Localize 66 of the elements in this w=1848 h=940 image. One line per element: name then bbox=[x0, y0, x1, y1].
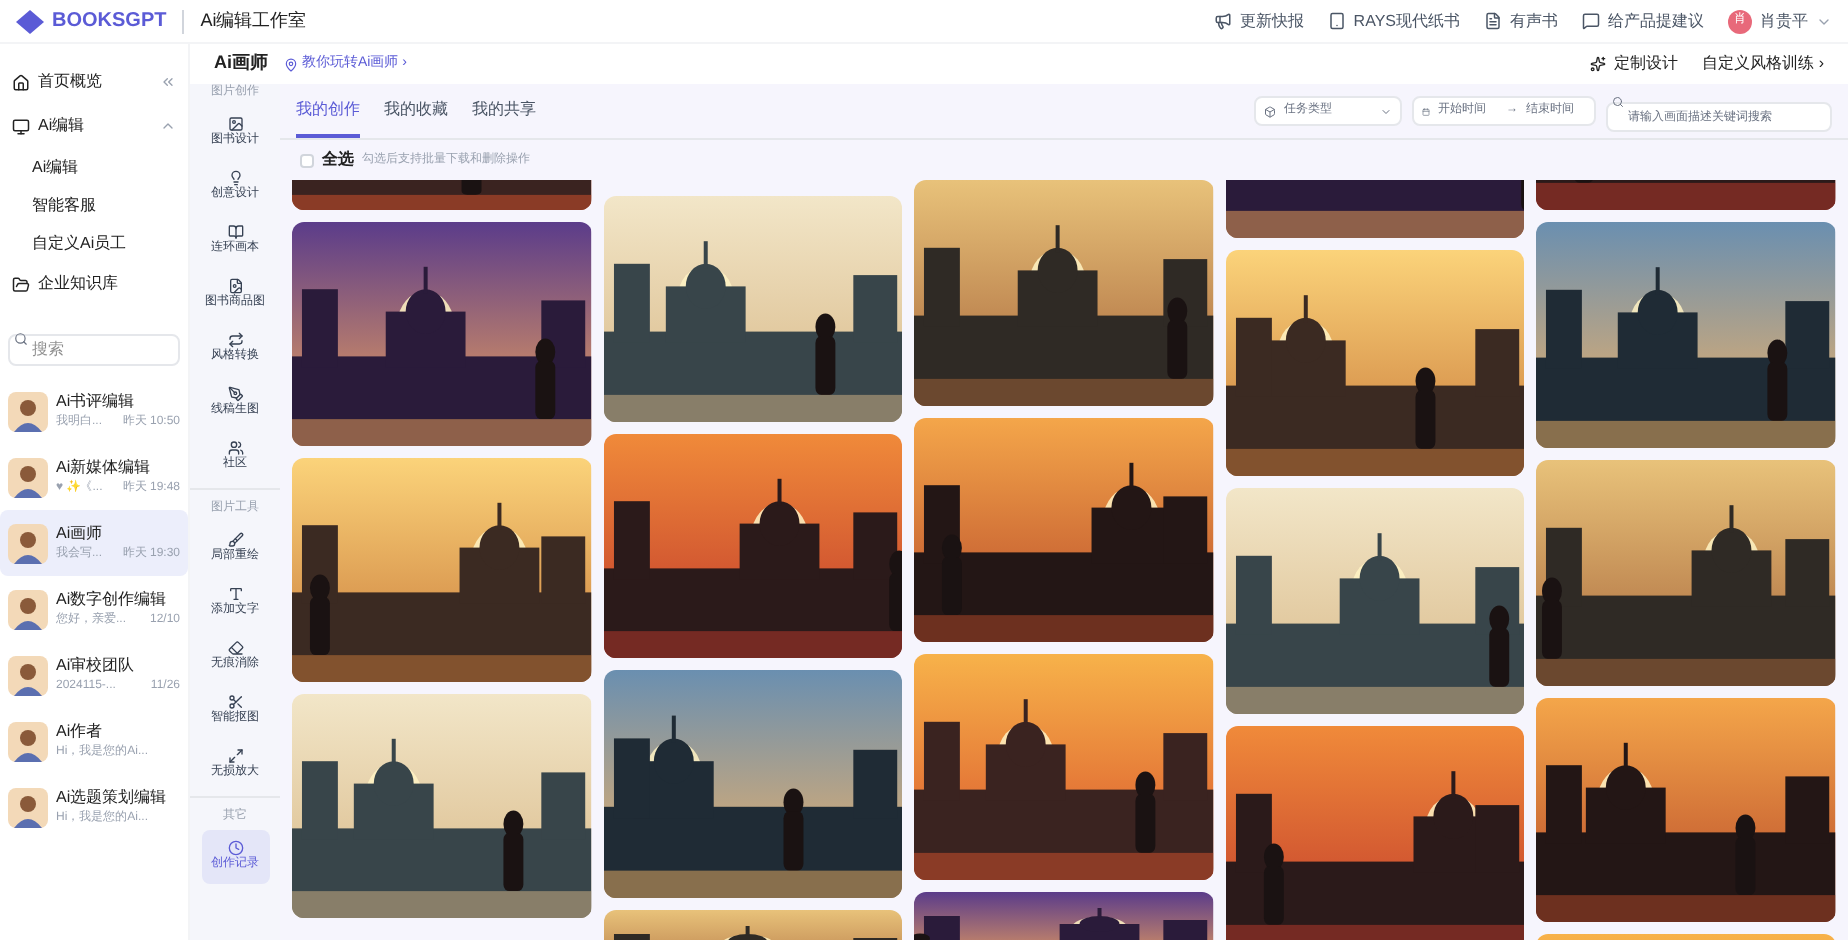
document-icon bbox=[1484, 12, 1502, 30]
avatar-icon bbox=[8, 391, 48, 431]
select-all-label: 全选 bbox=[322, 148, 354, 172]
top-link[interactable]: 有声书 bbox=[1510, 9, 1558, 33]
chat-name: Ai新媒体编辑 bbox=[56, 456, 153, 480]
chat-bubble-icon bbox=[1582, 12, 1600, 30]
tab[interactable]: 我的收藏 bbox=[384, 98, 448, 138]
search-field[interactable]: 搜索 bbox=[8, 333, 180, 365]
nav-subitem[interactable]: 智能客服 bbox=[0, 186, 188, 224]
nav-item[interactable]: Ai编辑 bbox=[38, 114, 85, 138]
avatar-icon bbox=[8, 589, 48, 629]
chat-name: Ai数字创作编辑 bbox=[56, 588, 169, 612]
nav-item[interactable]: 首页概览 bbox=[38, 70, 102, 94]
brand-name: BOOKSGPT bbox=[52, 8, 167, 36]
chevron-icon bbox=[1380, 105, 1392, 117]
collapse-sidebar-icon[interactable] bbox=[160, 74, 176, 90]
tab[interactable]: 我的创作 bbox=[296, 98, 360, 138]
avatar-icon bbox=[8, 457, 48, 497]
avatar-icon bbox=[8, 523, 48, 563]
text-icon bbox=[227, 586, 243, 602]
eraser-icon bbox=[227, 640, 243, 656]
monitor-icon bbox=[12, 117, 30, 135]
search-icon bbox=[1612, 96, 1624, 108]
nav-item[interactable]: 企业知识库 bbox=[38, 272, 118, 296]
sparkle-icon bbox=[1590, 56, 1607, 72]
chat-name: Ai作者 bbox=[56, 720, 105, 744]
top-link[interactable]: 更新快报 bbox=[1239, 9, 1304, 33]
top-link[interactable]: 给产品提建议 bbox=[1608, 9, 1704, 33]
chat-name: Ai选题策划编辑 bbox=[56, 786, 169, 810]
folder-icon bbox=[12, 275, 30, 293]
clock-icon bbox=[227, 840, 243, 856]
top-link[interactable]: RAYS现代纸书 bbox=[1353, 9, 1460, 33]
scissors-icon bbox=[227, 694, 243, 710]
page-title: Ai画师 bbox=[214, 50, 268, 77]
megaphone-icon bbox=[1213, 12, 1232, 30]
expand-icon bbox=[227, 748, 243, 764]
collapse-icon[interactable] bbox=[160, 118, 176, 134]
people-icon bbox=[227, 440, 243, 456]
avatar-icon bbox=[8, 655, 48, 695]
image-file-icon bbox=[227, 278, 243, 294]
repeat-icon bbox=[227, 332, 243, 348]
chat-name: Ai审校团队 bbox=[56, 654, 137, 678]
nav-subitem[interactable]: 自定义Ai员工 bbox=[0, 224, 188, 262]
avatar-icon bbox=[8, 721, 48, 761]
book-icon bbox=[227, 224, 243, 240]
action-link[interactable]: 定制设计 bbox=[1614, 52, 1679, 76]
lightbulb-icon bbox=[227, 170, 243, 186]
pen-icon bbox=[227, 386, 243, 402]
logo-icon bbox=[16, 9, 44, 33]
image-icon bbox=[227, 116, 243, 132]
cube-icon bbox=[1264, 105, 1276, 117]
tablet-icon bbox=[1327, 12, 1346, 30]
action-link[interactable]: 自定义风格训练 › bbox=[1702, 52, 1824, 76]
tab[interactable]: 我的共享 bbox=[472, 98, 536, 138]
user-name[interactable]: 肖贵平 bbox=[1760, 9, 1808, 33]
search-icon bbox=[14, 331, 28, 345]
product-name: Ai编辑工作室 bbox=[200, 7, 307, 34]
chat-name: Ai书评编辑 bbox=[56, 390, 137, 414]
nav-subitem[interactable]: Ai编辑 bbox=[0, 148, 188, 186]
brush-icon bbox=[227, 532, 243, 548]
home-icon bbox=[12, 73, 30, 91]
map-pin-icon bbox=[284, 57, 298, 71]
chat-name: Ai画师 bbox=[56, 522, 105, 546]
calendar-icon bbox=[1422, 105, 1430, 117]
select-all-checkbox[interactable] bbox=[300, 153, 314, 167]
avatar-icon bbox=[8, 787, 48, 827]
